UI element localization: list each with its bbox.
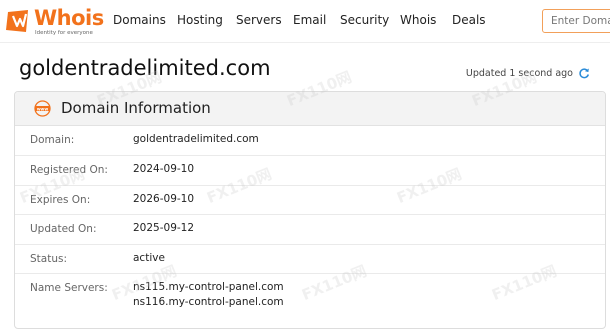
last-updated-text: Updated 1 second ago <box>465 67 573 79</box>
panel-header: www Domain Information <box>15 92 605 126</box>
info-row-expires-on: Expires On: 2026-09-10 <box>15 186 605 215</box>
nav-item-email[interactable]: Email <box>293 13 326 27</box>
nav-item-security[interactable]: Security <box>340 13 389 27</box>
domain-search-input[interactable] <box>542 9 610 33</box>
row-label: Domain: <box>30 134 75 146</box>
nav-item-deals[interactable]: Deals <box>452 13 486 27</box>
name-server-2: ns116.my-control-panel.com <box>133 296 284 308</box>
last-updated-status: Updated 1 second ago <box>466 67 590 79</box>
info-row-registered-on: Registered On: 2024-09-10 <box>15 156 605 186</box>
www-icon: www <box>34 100 51 117</box>
page-title: goldentradelimited.com <box>19 56 271 80</box>
row-value: active <box>133 252 165 264</box>
row-value: goldentradelimited.com <box>133 133 259 145</box>
info-row-domain: Domain: goldentradelimited.com <box>15 126 605 156</box>
info-row-status: Status: active <box>15 245 605 274</box>
nav-item-whois[interactable]: Whois <box>400 13 436 27</box>
row-value: 2026-09-10 <box>133 193 195 205</box>
row-value: 2025-09-12 <box>133 222 195 234</box>
info-row-name-servers: Name Servers: ns115.my-control-panel.com… <box>15 274 605 324</box>
domain-information-panel: www Domain Information Domain: goldentra… <box>14 91 606 329</box>
row-label: Name Servers: <box>30 282 108 294</box>
refresh-icon[interactable] <box>578 67 590 79</box>
logo-tagline: Identity for everyone <box>35 30 93 36</box>
row-label: Status: <box>30 253 67 265</box>
svg-text:www: www <box>37 106 49 111</box>
whois-logo[interactable]: Whois Identity for everyone <box>4 4 104 38</box>
info-row-updated-on: Updated On: 2025-09-12 <box>15 215 605 245</box>
top-navigation-bar: Whois Identity for everyone Domains Host… <box>0 0 610 43</box>
panel-title: Domain Information <box>61 99 211 117</box>
nav-item-hosting[interactable]: Hosting <box>177 13 223 27</box>
whois-logo-mark-icon <box>6 10 28 32</box>
row-value: 2024-09-10 <box>133 163 195 175</box>
row-label: Registered On: <box>30 164 108 176</box>
nav-item-domains[interactable]: Domains <box>113 13 166 27</box>
row-label: Updated On: <box>30 223 97 235</box>
nav-item-servers[interactable]: Servers <box>236 13 282 27</box>
row-label: Expires On: <box>30 194 91 206</box>
name-server-1: ns115.my-control-panel.com <box>133 281 284 293</box>
logo-wordmark: Whois <box>34 6 104 30</box>
